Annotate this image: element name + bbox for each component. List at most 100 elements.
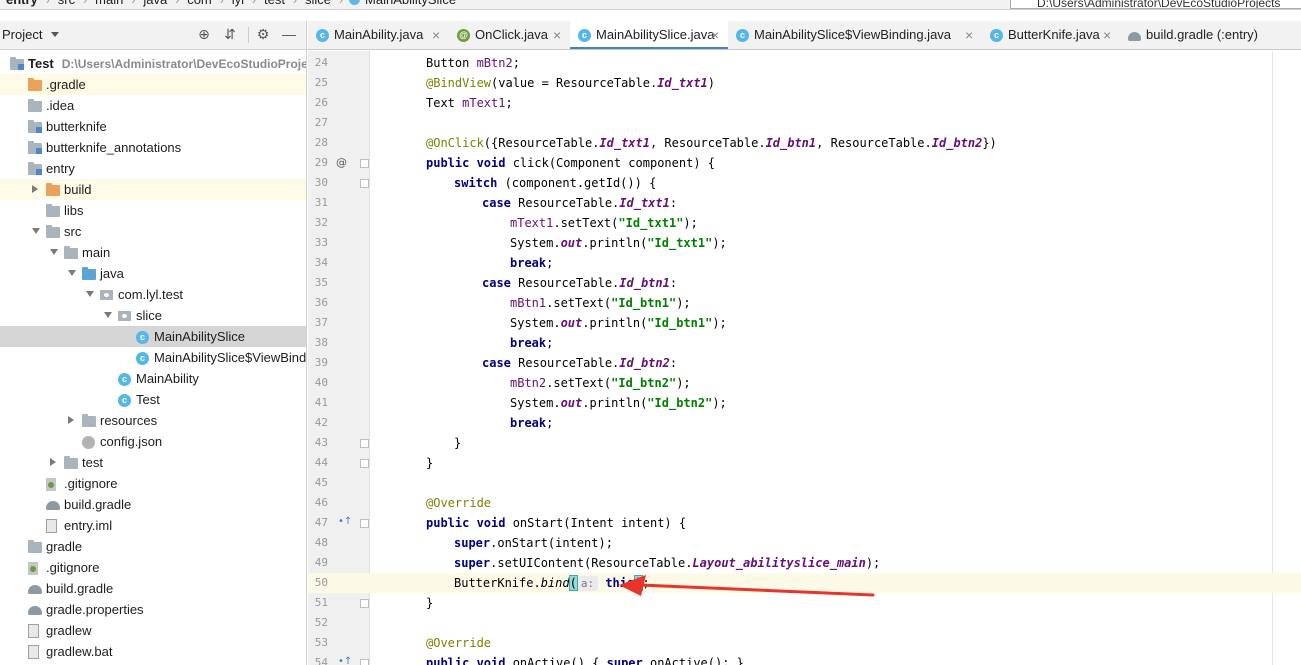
tree-item[interactable]: c MainAbility [0, 368, 306, 389]
code-line[interactable]: mBtn2.setText("Id_btn2"); [370, 373, 1301, 393]
close-icon[interactable]: × [965, 21, 973, 49]
fold-marker-icon[interactable] [360, 599, 369, 608]
chevron-down-icon[interactable] [68, 270, 76, 276]
tree-item[interactable]: Test D:\Users\Administrator\DevEcoStudioP… [0, 53, 306, 74]
breadcrumb-item[interactable]: entry [4, 0, 40, 8]
tree-item[interactable]: c Test [0, 389, 306, 410]
breadcrumb-item[interactable]: main [93, 0, 125, 8]
editor-tab[interactable]: c MainAbilitySlice.java × [570, 21, 728, 49]
code-line[interactable]: System.out.println("Id_btn1"); [370, 313, 1301, 333]
code-line[interactable]: @Override [370, 493, 1301, 513]
close-icon[interactable]: × [1103, 21, 1111, 49]
code-line[interactable]: System.out.println("Id_txt1"); [370, 233, 1301, 253]
tree-item[interactable]: c MainAbilitySlice$ViewBinding [0, 347, 306, 368]
code-line[interactable]: mText1.setText("Id_txt1"); [370, 213, 1301, 233]
tree-item[interactable]: slice [0, 305, 306, 326]
tree-item[interactable]: .gitignore [0, 473, 306, 494]
tree-item[interactable]: build [0, 179, 306, 200]
tree-item[interactable]: config.json [0, 431, 306, 452]
editor-gutter[interactable]: 24 25 26 27 28 29 30 31 32 33 34 35 36 37 38 39 40 41 42 43… [308, 51, 370, 665]
chevron-down-icon[interactable] [86, 291, 94, 297]
code-line[interactable]: switch (component.getId()) { [370, 173, 1301, 193]
override-icon[interactable]: @ [336, 156, 347, 169]
code-line[interactable] [370, 113, 1301, 133]
tree-item[interactable]: entry [0, 158, 306, 179]
chevron-down-icon[interactable] [104, 312, 112, 318]
editor-tab[interactable]: @ OnClick.java × [449, 21, 570, 49]
code-line[interactable]: Text mText1; [370, 93, 1301, 113]
code-line[interactable]: @BindView(value = ResourceTable.Id_txt1) [370, 73, 1301, 93]
collapse-all-icon[interactable]: ⇵ [222, 26, 238, 42]
tree-item[interactable]: build.gradle [0, 578, 306, 599]
tree-item[interactable]: main [0, 242, 306, 263]
breadcrumb-item[interactable]: slice [303, 0, 333, 8]
code-line[interactable]: System.out.println("Id_btn2"); [370, 393, 1301, 413]
close-icon[interactable]: × [432, 21, 440, 49]
chevron-right-icon[interactable] [32, 185, 38, 193]
code-line[interactable]: } [370, 433, 1301, 453]
tree-item[interactable]: build.gradle [0, 494, 306, 515]
code-line[interactable]: break; [370, 253, 1301, 273]
code-area[interactable]: Button mBtn2; @BindView(value = ResourceT… [370, 51, 1301, 665]
tree-item[interactable]: libs [0, 200, 306, 221]
code-editor[interactable]: 24 25 26 27 28 29 30 31 32 33 34 35 36 37 38 39 40 41 42 43… [308, 51, 1301, 665]
fold-marker-icon[interactable] [360, 519, 369, 528]
implements-up-icon[interactable]: •↑ [338, 656, 352, 665]
code-line[interactable]: case ResourceTable.Id_btn2: [370, 353, 1301, 373]
chevron-right-icon[interactable] [50, 458, 56, 466]
tree-item[interactable]: com.lyl.test [0, 284, 306, 305]
tree-item[interactable]: gradlew.bat [0, 641, 306, 662]
tree-item[interactable]: test [0, 452, 306, 473]
tree-item[interactable]: gradle [0, 536, 306, 557]
path-field[interactable]: D:\Users\Administrator\DevEcoStudioProje… [1010, 0, 1301, 9]
chevron-down-icon[interactable] [32, 228, 40, 234]
tree-item[interactable]: src [0, 221, 306, 242]
editor-tab[interactable]: build.gradle (:entry) [1120, 21, 1301, 49]
breadcrumb-item[interactable]: java [141, 0, 169, 8]
fold-marker-icon[interactable] [360, 659, 369, 665]
locate-icon[interactable]: ⊕ [196, 26, 212, 42]
fold-marker-icon[interactable] [360, 439, 369, 448]
code-line[interactable]: super.setUIContent(ResourceTable.Layout_… [370, 553, 1301, 573]
code-line[interactable]: ButterKnife.bind(a: this); [370, 573, 1301, 593]
tree-item[interactable]: java [0, 263, 306, 284]
code-line[interactable]: case ResourceTable.Id_txt1: [370, 193, 1301, 213]
tree-item[interactable]: butterknife_annotations [0, 137, 306, 158]
code-line[interactable]: @Override [370, 633, 1301, 653]
tree-item[interactable]: gradlew [0, 620, 306, 641]
chevron-down-icon[interactable] [51, 32, 59, 37]
chevron-right-icon[interactable] [68, 416, 74, 424]
breadcrumb-item[interactable]: MainAbilitySlice [363, 0, 458, 8]
fold-marker-icon[interactable] [360, 159, 369, 168]
code-line[interactable]: super.onStart(intent); [370, 533, 1301, 553]
fold-marker-icon[interactable] [360, 179, 369, 188]
tree-item[interactable]: .gradle [0, 74, 306, 95]
editor-tab[interactable]: c MainAbilitySlice$ViewBinding.java × [728, 21, 982, 49]
tree-item[interactable]: entry.iml [0, 515, 306, 536]
breadcrumb-item[interactable]: com [185, 0, 214, 8]
code-line[interactable]: case ResourceTable.Id_btn1: [370, 273, 1301, 293]
tree-item[interactable]: gradle.properties [0, 599, 306, 620]
editor-tab[interactable]: c MainAbility.java × [308, 21, 449, 49]
hide-panel-icon[interactable]: — [281, 26, 297, 42]
project-view-selector[interactable]: Project [2, 27, 42, 42]
tree-item[interactable]: .idea [0, 95, 306, 116]
close-icon[interactable]: × [711, 21, 719, 49]
fold-marker-icon[interactable] [360, 459, 369, 468]
tree-item[interactable]: c MainAbilitySlice [0, 326, 306, 347]
gear-icon[interactable]: ⚙ [255, 26, 271, 42]
implements-up-icon[interactable]: •↑ [338, 516, 352, 527]
breadcrumb-item[interactable]: src [56, 0, 77, 8]
code-line[interactable]: public void click(Component component) { [370, 153, 1301, 173]
code-line[interactable]: Button mBtn2; [370, 53, 1301, 73]
code-line[interactable] [370, 613, 1301, 633]
close-icon[interactable]: × [553, 21, 561, 49]
code-line[interactable]: @OnClick({ResourceTable.Id_txt1, Resourc… [370, 133, 1301, 153]
code-line[interactable]: break; [370, 333, 1301, 353]
code-line[interactable]: break; [370, 413, 1301, 433]
code-line[interactable]: } [370, 593, 1301, 613]
editor-tab[interactable]: c ButterKnife.java × [982, 21, 1120, 49]
tree-item[interactable]: butterknife [0, 116, 306, 137]
tree-item[interactable]: resources [0, 410, 306, 431]
tree-item[interactable]: .gitignore [0, 557, 306, 578]
